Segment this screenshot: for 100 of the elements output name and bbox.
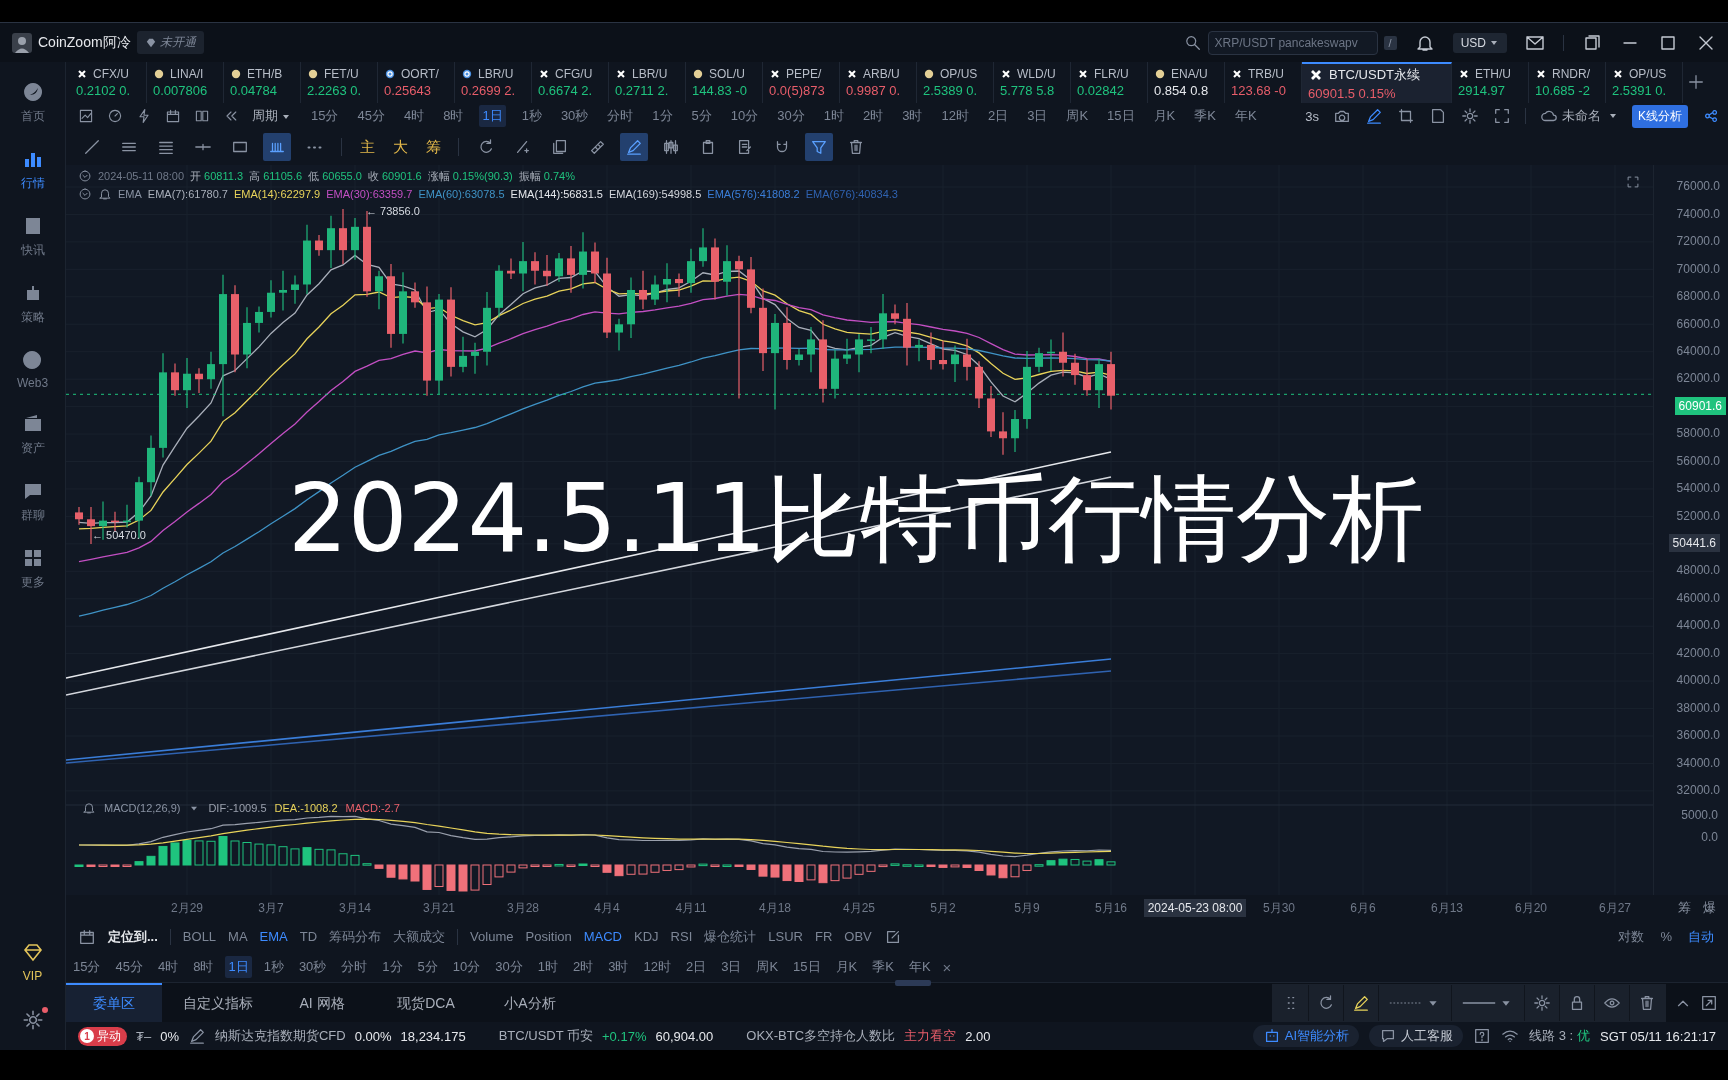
support-button[interactable]: 人工客服 <box>1369 1025 1464 1048</box>
period-tab[interactable]: 1分 <box>379 956 406 979</box>
period-tab[interactable]: 15日 <box>790 956 824 979</box>
ticker-tab[interactable]: ARB/U 0.9987 0. <box>840 62 917 103</box>
panel-tab[interactable]: 自定义指标 <box>170 983 266 1023</box>
ticker-tab[interactable]: ETH/U 2914.97 <box>1452 62 1529 103</box>
search-field[interactable]: XRP/USDT pancakeswapv <box>1207 30 1378 55</box>
period-tab[interactable]: 年K <box>1231 105 1260 128</box>
period-tab[interactable]: 季K <box>1191 105 1219 128</box>
ticker-tab[interactable]: ETH/B 0.04784 <box>224 62 301 103</box>
overlay-toggle[interactable]: 主 <box>355 137 379 157</box>
ticker-tab[interactable]: ENA/U 0.854 0.8 <box>1148 62 1225 103</box>
indicator-toggle[interactable]: MACD <box>583 929 622 945</box>
period-tab[interactable]: 1分 <box>649 105 676 128</box>
sidebar-item[interactable]: 群聊 <box>20 479 45 524</box>
overlay-toggle[interactable]: 筹 <box>421 137 445 157</box>
sidebar-item[interactable]: 快讯 <box>20 214 45 259</box>
indicator-toggle[interactable]: RSI <box>670 929 693 945</box>
period-tab[interactable]: 45分 <box>354 105 388 128</box>
period-tab[interactable]: 1秒 <box>260 956 287 979</box>
panel-tab[interactable]: AI 网格 <box>274 983 370 1023</box>
ticker-tab[interactable]: RNDR/ 10.685 -2 <box>1529 62 1606 103</box>
period-tab[interactable]: 周K <box>1063 105 1092 128</box>
period-tab[interactable]: 分时 <box>604 105 637 128</box>
indicator-toggle[interactable]: MA <box>228 929 248 945</box>
period-tab[interactable]: 3日 <box>1024 105 1051 128</box>
ticker-tab[interactable]: CFX/U 0.2102 0. <box>70 62 147 103</box>
period-tab[interactable]: 1日 <box>479 105 506 128</box>
indicator-toggle[interactable]: 大额成交 <box>393 927 446 946</box>
period-tab[interactable]: 10分 <box>727 105 762 128</box>
ticker-tab[interactable]: FLR/U 0.02842 <box>1071 62 1148 103</box>
scale-toggle[interactable]: 对数 <box>1618 927 1645 946</box>
ticker-tab[interactable]: LBR/U 0.2699 2. <box>455 62 532 103</box>
sidebar-item[interactable]: 策略 <box>20 281 45 326</box>
scale-toggle[interactable]: 自动 <box>1688 927 1714 946</box>
panel-tab[interactable]: 小A分析 <box>482 983 578 1023</box>
indicator-toggle[interactable]: TD <box>299 929 318 945</box>
period-tab[interactable]: 3时 <box>899 105 926 128</box>
period-tab[interactable]: 4时 <box>154 956 182 979</box>
indicator-toggle[interactable]: 爆仓统计 <box>704 927 757 946</box>
panel-tab[interactable]: 委单区 <box>66 983 162 1023</box>
period-tab[interactable]: 30分 <box>774 105 808 128</box>
overlay-toggle[interactable]: 大 <box>388 137 412 157</box>
sidebar-item[interactable]: 行情 <box>20 147 45 192</box>
ticker-tab[interactable]: PEPE/ 0.0(5)873 <box>763 62 840 103</box>
indicator-toggle[interactable]: 筹码分布 <box>329 927 382 946</box>
indicator-toggle[interactable]: KDJ <box>634 929 659 945</box>
scale-toggle[interactable]: % <box>1660 927 1672 946</box>
period-tab[interactable]: 1时 <box>820 105 847 128</box>
ticker-tab[interactable]: WLD/U 5.778 5.8 <box>994 62 1071 103</box>
sidebar-item[interactable]: 资产 <box>20 412 45 457</box>
period-tab[interactable]: 2日 <box>984 105 1012 128</box>
period-tab[interactable]: 1日 <box>225 956 252 979</box>
period-tab[interactable]: 5分 <box>688 105 715 128</box>
indicator-toggle[interactable]: FR <box>814 929 833 945</box>
period-tab[interactable]: 30秒 <box>295 956 330 979</box>
indicator-toggle[interactable]: Position <box>525 929 572 945</box>
ticker-tab[interactable]: OORT/ 0.25643 <box>378 62 455 103</box>
indicator-toggle[interactable]: EMA <box>259 929 288 945</box>
layout-dropdown[interactable]: 未命名 <box>1540 107 1618 126</box>
refresh-interval[interactable]: 3s <box>1305 108 1319 124</box>
period-tab[interactable]: 12时 <box>640 956 674 979</box>
period-tab[interactable]: 周K <box>753 956 782 979</box>
period-tab[interactable]: 季K <box>869 956 897 979</box>
ticker-tab[interactable]: OP/US 2.5391 0. <box>1606 62 1683 103</box>
period-tab[interactable]: 5分 <box>414 956 441 979</box>
ai-analysis-button[interactable]: AI智能分析 <box>1252 1025 1360 1048</box>
period-tab[interactable]: 3时 <box>605 956 632 979</box>
ticker-tab[interactable]: OP/US 2.5389 0. <box>917 62 994 103</box>
close-button[interactable]: × <box>942 958 952 976</box>
period-tab[interactable]: 年K <box>905 956 934 979</box>
period-tab[interactable]: 1秒 <box>518 105 545 128</box>
ticker-tab[interactable]: BTC/USDT永续 60901.5 0.15% <box>1302 62 1452 103</box>
period-tab[interactable]: 30分 <box>492 956 526 979</box>
period-tab[interactable]: 4时 <box>400 105 428 128</box>
sidebar-item[interactable]: 首页 <box>20 80 45 125</box>
period-tab[interactable]: 2时 <box>860 105 887 128</box>
locate-button[interactable]: 定位到... <box>108 927 158 946</box>
overlay-toggle[interactable]: 筹 <box>1678 899 1691 918</box>
period-tab[interactable]: 8时 <box>440 105 467 128</box>
currency-dropdown[interactable]: USD <box>1452 32 1507 53</box>
period-tab[interactable]: 分时 <box>338 956 371 979</box>
period-tab[interactable]: 10分 <box>449 956 484 979</box>
vip-item[interactable]: VIP <box>20 941 45 983</box>
alert-badge[interactable]: 1 异动 <box>78 1026 127 1046</box>
membership-badge[interactable]: 未开通 <box>136 31 204 54</box>
ticker-tab[interactable]: SOL/U 144.83 -0 <box>686 62 763 103</box>
period-tab[interactable]: 12时 <box>938 105 972 128</box>
panel-tab[interactable]: 现货DCA <box>378 983 474 1023</box>
period-tab[interactable]: 15日 <box>1104 105 1138 128</box>
ticker-tab[interactable]: LINA/I 0.007806 <box>147 62 224 103</box>
period-tab[interactable]: 月K <box>1150 105 1179 128</box>
ticker-tab[interactable]: LBR/U 0.2711 2. <box>609 62 686 103</box>
ticker-tab[interactable]: CFG/U 0.6674 2. <box>532 62 609 103</box>
period-dropdown[interactable]: 周期 <box>252 107 291 126</box>
period-tab[interactable]: 2时 <box>570 956 597 979</box>
period-tab[interactable]: 2日 <box>682 956 710 979</box>
sidebar-item[interactable]: 更多 <box>20 546 45 591</box>
period-tab[interactable]: 3日 <box>718 956 745 979</box>
period-tab[interactable]: 45分 <box>112 956 146 979</box>
